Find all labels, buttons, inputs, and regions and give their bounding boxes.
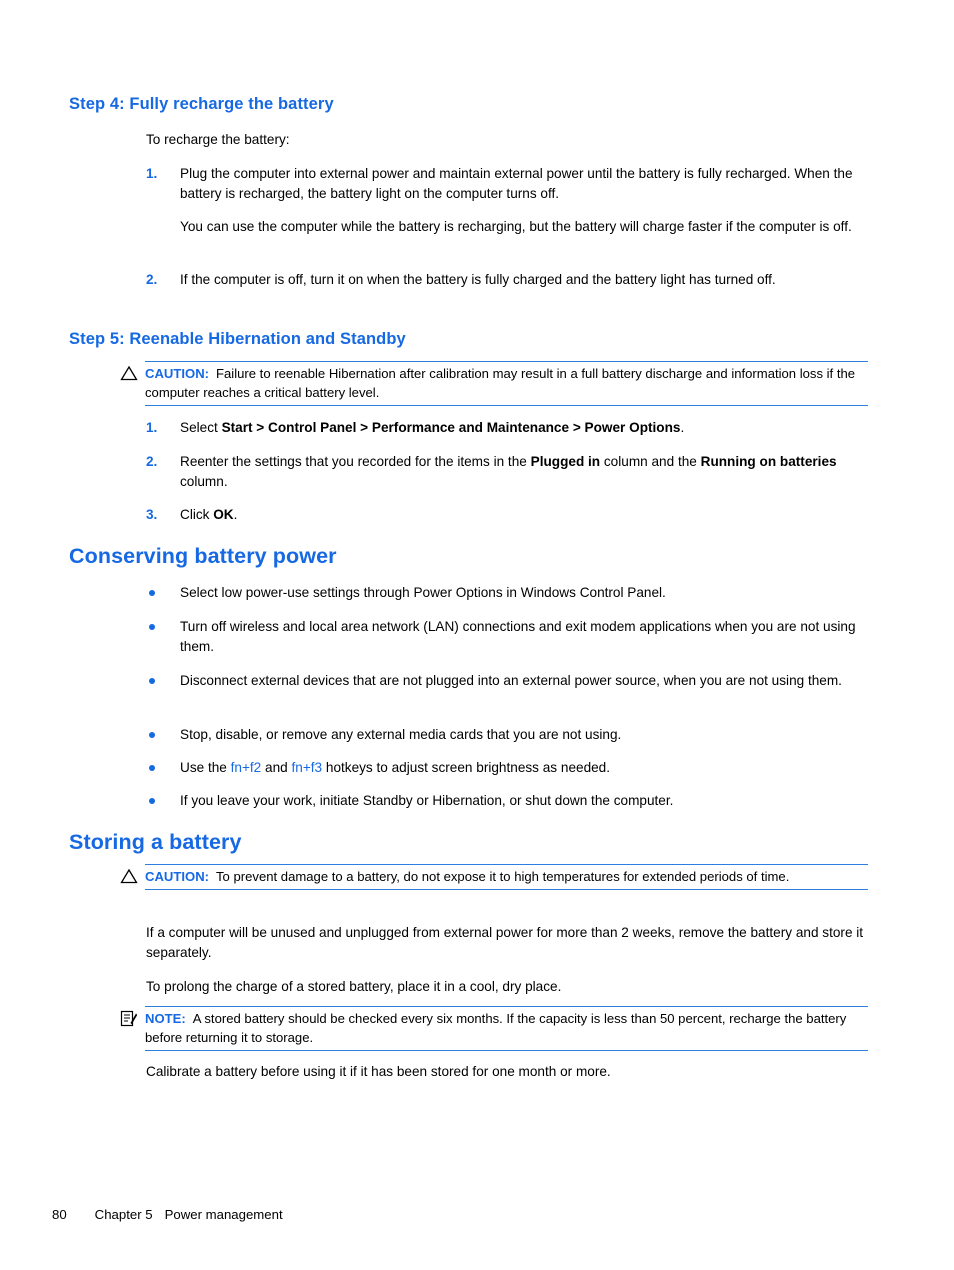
footer-chapter: Chapter 5 xyxy=(94,1207,153,1222)
list-marker: 1. xyxy=(146,166,158,181)
caution-admonition-step5: CAUTION: Failure to reenable Hibernation … xyxy=(120,361,868,406)
list-item-text: Disconnect external devices that are not… xyxy=(180,673,842,688)
list-item: Use the fn+f2 and fn+f3 hotkeys to adjus… xyxy=(146,758,868,778)
bold-column-plugged-in: Plugged in xyxy=(530,454,601,469)
step-4-sub-paragraph: You can use the computer while the batte… xyxy=(180,219,852,234)
list-item: 3. Click OK. xyxy=(146,505,868,525)
text-prefix: Select xyxy=(180,420,222,435)
heading-step-5: Step 5: Reenable Hibernation and Standby xyxy=(69,330,406,348)
text-suffix: hotkeys to adjust screen brightness as n… xyxy=(322,760,611,775)
bold-ok-button-name: OK xyxy=(213,507,234,522)
bold-menu-path: Start > Control Panel > Performance and … xyxy=(221,420,681,435)
list-item: Disconnect external devices that are not… xyxy=(146,671,868,691)
caution-text: Failure to reenable Hibernation after ca… xyxy=(145,366,856,400)
list-item: Turn off wireless and local area network… xyxy=(146,617,868,656)
list-item: Select low power-use settings through Po… xyxy=(146,583,868,603)
text-middle: and xyxy=(261,760,292,775)
bold-column-running-on-batteries: Running on batteries xyxy=(700,454,837,469)
text-prefix: Reenter the settings that you recorded f… xyxy=(180,454,531,469)
heading-step-4: Step 4: Fully recharge the battery xyxy=(69,95,334,113)
note-clipboard-icon xyxy=(120,1010,140,1027)
list-item: Stop, disable, or remove any external me… xyxy=(146,725,868,745)
list-item: If you leave your work, initiate Standby… xyxy=(146,791,868,811)
document-page: Step 4: Fully recharge the battery To re… xyxy=(0,0,954,1270)
footer-chapter-title: Power management xyxy=(164,1207,283,1222)
text-prefix: Use the xyxy=(180,760,231,775)
note-label: NOTE: xyxy=(145,1011,186,1026)
note-text: A stored battery should be checked every… xyxy=(145,1011,847,1045)
page-footer: 80 Chapter 5 Power management xyxy=(52,1207,283,1222)
admonition-bottom-rule xyxy=(145,889,868,890)
text-suffix: . xyxy=(680,420,685,435)
caution-admonition-storing: CAUTION: To prevent damage to a battery, … xyxy=(120,864,868,890)
storing-paragraph-1: If a computer will be unused and unplugg… xyxy=(146,925,864,960)
warning-triangle-icon xyxy=(120,365,140,382)
list-item-text: Select low power-use settings through Po… xyxy=(180,585,666,600)
list-marker: 2. xyxy=(146,272,158,287)
list-item: 1. Select Start > Control Panel > Perfor… xyxy=(146,418,868,438)
list-item-text: Plug the computer into external power an… xyxy=(180,166,853,201)
hotkey-link-fn-f3[interactable]: fn+f3 xyxy=(291,760,322,775)
hotkey-link-fn-f2[interactable]: fn+f2 xyxy=(231,760,262,775)
storing-paragraph-3: Calibrate a battery before using it if i… xyxy=(146,1064,611,1079)
storing-paragraph-2: To prolong the charge of a stored batter… xyxy=(146,979,562,994)
list-marker: 1. xyxy=(146,420,158,435)
list-item-text: Click OK. xyxy=(180,505,868,525)
footer-page-number: 80 xyxy=(52,1207,67,1222)
list-item-text: If the computer is off, turn it on when … xyxy=(180,272,776,287)
list-item: 2. If the computer is off, turn it on wh… xyxy=(146,270,868,290)
bullet-icon xyxy=(149,624,155,630)
bullet-icon xyxy=(149,732,155,738)
caution-label: CAUTION: xyxy=(145,869,210,884)
note-admonition: NOTE: A stored battery should be checked … xyxy=(120,1006,868,1051)
admonition-bottom-rule xyxy=(145,405,868,406)
caution-text: To prevent damage to a battery, do not e… xyxy=(216,869,790,884)
list-item-text: Turn off wireless and local area network… xyxy=(180,619,856,654)
warning-triangle-icon xyxy=(120,868,140,885)
heading-storing-a-battery: Storing a battery xyxy=(69,830,242,854)
list-marker: 3. xyxy=(146,507,158,522)
list-item-text: If you leave your work, initiate Standby… xyxy=(180,793,674,808)
text-middle: column and the xyxy=(600,454,701,469)
list-marker: 2. xyxy=(146,454,158,469)
caution-label: CAUTION: xyxy=(145,366,210,381)
bullet-icon xyxy=(149,765,155,771)
text-suffix: . xyxy=(233,507,238,522)
bullet-icon xyxy=(149,798,155,804)
list-item-text: Select Start > Control Panel > Performan… xyxy=(180,418,868,438)
list-item: 1. Plug the computer into external power… xyxy=(146,164,868,203)
text-prefix: Click xyxy=(180,507,214,522)
step-4-intro-paragraph: To recharge the battery: xyxy=(146,132,290,147)
heading-conserving-battery-power: Conserving battery power xyxy=(69,544,337,568)
list-item-text: Stop, disable, or remove any external me… xyxy=(180,727,622,742)
list-item: 2. Reenter the settings that you recorde… xyxy=(146,452,868,491)
list-item-text: Use the fn+f2 and fn+f3 hotkeys to adjus… xyxy=(180,758,868,778)
bullet-icon xyxy=(149,590,155,596)
text-suffix: column. xyxy=(180,473,228,489)
list-item-text: Reenter the settings that you recorded f… xyxy=(180,452,868,491)
admonition-bottom-rule xyxy=(145,1050,868,1051)
bullet-icon xyxy=(149,678,155,684)
